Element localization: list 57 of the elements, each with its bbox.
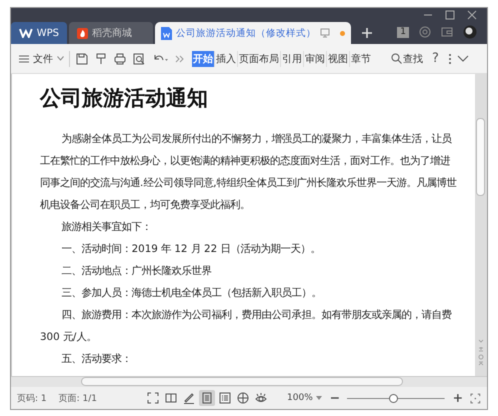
menu-icon <box>19 54 29 62</box>
slider-thumb[interactable] <box>389 394 398 402</box>
format-painter-icon[interactable] <box>95 52 107 64</box>
close-icon[interactable] <box>467 10 477 20</box>
wallet-icon[interactable] <box>441 26 453 38</box>
find-button[interactable]: 查找 <box>391 52 423 66</box>
scrollbar-thumb[interactable] <box>476 118 485 196</box>
paragraph: 三、参加人员：海德士机电全体员工（包括新入职员工）。 <box>60 286 323 301</box>
paragraph: 为感谢全体员工为公司发展所付出的不懈努力，增强员工的凝聚力，丰富集体生活，让员工在繁忙的工作中放松身心，以更饱满的精神更积极的态度面对生活，面对工作。也为了增进同事之间的交流与沟通.经公司领导同意,特组织全体员工到广州长隆欢乐世界一天游。凡属博世机电设备公司在职员工，均可免费享受此福利。 <box>40 132 458 213</box>
monitor-icon[interactable] <box>320 28 330 38</box>
maximize-icon[interactable] <box>445 10 455 20</box>
avatar-icon[interactable] <box>463 25 477 39</box>
paragraph: 一、活动时间：2019 年 12 月 22 日（活动为期一天）。 <box>60 242 322 257</box>
page-number-label: 页码: 1 <box>17 392 47 404</box>
tab-count-badge[interactable]: 1 <box>397 26 409 38</box>
caret-icon <box>316 396 322 400</box>
document-title: 公司旅游活动通知 <box>40 84 209 112</box>
ribbon-tab[interactable]: 视图 <box>327 50 350 66</box>
zoom-dropdown[interactable]: 100% <box>287 393 322 403</box>
tab-label: WPS <box>36 28 59 38</box>
zoom-in-icon[interactable] <box>452 393 462 403</box>
print-preview-icon[interactable] <box>133 52 145 64</box>
tab[interactable]: WPS <box>11 22 67 44</box>
ribbon-tab[interactable]: 开始 <box>192 50 215 66</box>
document-icon <box>161 26 172 40</box>
vertical-scrollbar[interactable] <box>475 74 487 376</box>
paragraph: 四、旅游费用：本次旅游作为公司福利，费用由公司承担。如有带朋友或亲属的，请自费 300 元/人。 <box>40 308 453 345</box>
ribbon-tab[interactable]: 章节 <box>350 50 372 66</box>
paragraph: 二、活动地点：广州长隆欢乐世界 <box>60 264 213 279</box>
more-icon[interactable] <box>448 52 452 64</box>
paragraph: 旅游相关事宜如下： <box>60 220 153 235</box>
save-icon[interactable] <box>76 52 88 64</box>
horizontal-scrollbar[interactable] <box>11 376 487 387</box>
more-chevrons-icon[interactable] <box>175 54 184 62</box>
collapse-icon[interactable] <box>456 55 469 62</box>
view-outline-button[interactable] <box>217 390 234 406</box>
tab[interactable]: 稻壳商城 <box>69 22 153 44</box>
ribbon-tab[interactable]: 插入 <box>215 50 238 66</box>
caret-icon <box>57 56 64 61</box>
search-icon <box>391 53 402 64</box>
print-icon[interactable] <box>114 52 126 64</box>
page-count-label: 页面: 1/1 <box>58 392 98 404</box>
new-tab-icon[interactable] <box>361 27 373 39</box>
tab-label: 公司旅游活动通知（修改样式） <box>176 26 316 40</box>
help-button[interactable]: ? <box>428 51 443 66</box>
tab-label: 稻壳商城 <box>92 26 132 40</box>
paragraph: 五、活动要求： <box>60 352 133 367</box>
w-logo-icon <box>19 28 33 38</box>
view-web-button[interactable] <box>235 390 252 406</box>
view-fullscreen-button[interactable] <box>145 390 162 406</box>
fit-window-icon[interactable] <box>470 392 481 404</box>
ribbon-tab[interactable]: 页面布局 <box>238 50 281 66</box>
ribbon-tab[interactable]: 审阅 <box>304 50 327 66</box>
tab[interactable]: 公司旅游活动通知（修改样式） <box>155 22 351 44</box>
file-menu[interactable]: 文件 <box>19 52 64 66</box>
ribbon-tab[interactable]: 引用 <box>281 50 304 66</box>
view-page-button[interactable] <box>199 390 216 406</box>
